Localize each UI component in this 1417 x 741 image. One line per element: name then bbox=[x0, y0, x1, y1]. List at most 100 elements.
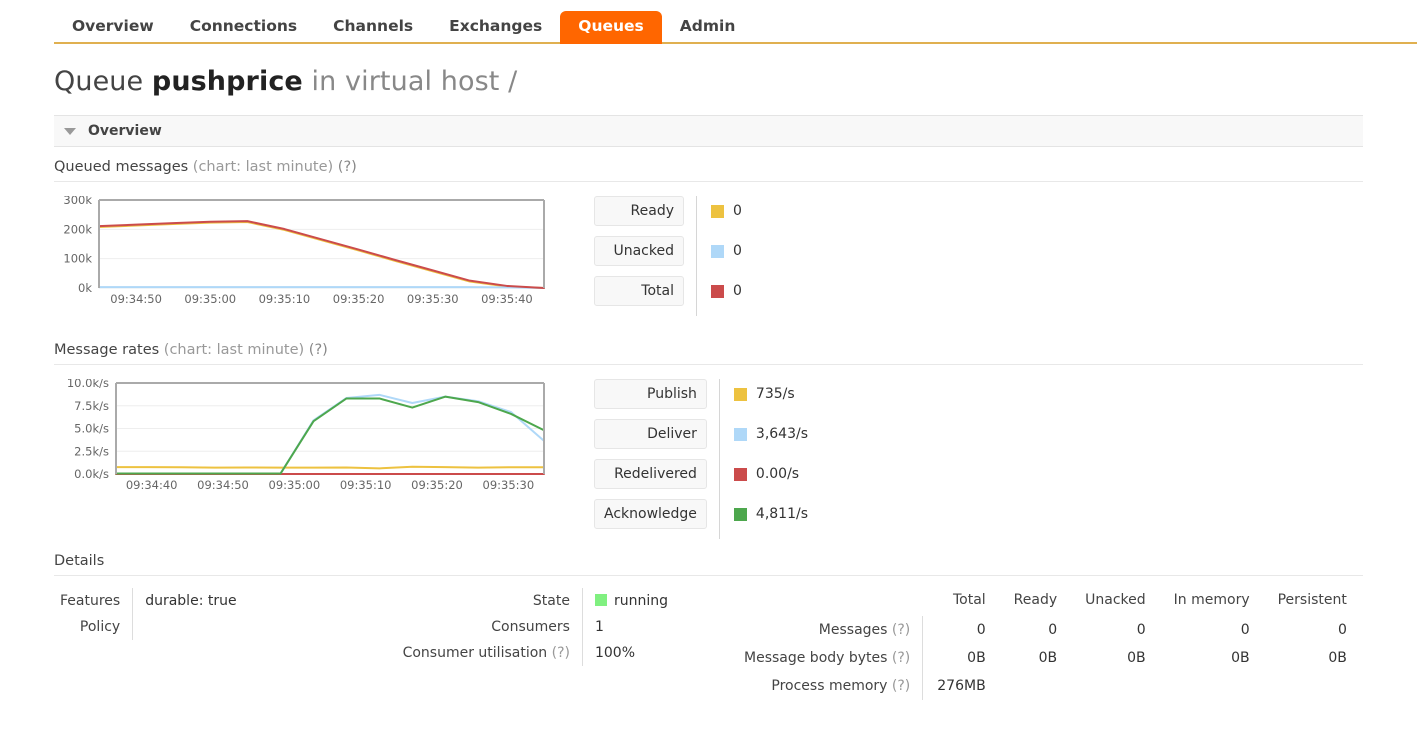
overview-section-header[interactable]: Overview bbox=[54, 115, 1363, 147]
svg-text:09:35:30: 09:35:30 bbox=[407, 292, 459, 306]
queued-messages-help-icon[interactable]: (?) bbox=[338, 159, 357, 175]
legend-button-publish[interactable]: Publish bbox=[594, 379, 707, 409]
table-row: Consumers 1 bbox=[397, 614, 678, 640]
details-label-policy: Policy bbox=[79, 619, 121, 635]
body-bytes-unacked: 0B bbox=[1127, 650, 1146, 666]
nav-link-queues[interactable]: Queues bbox=[560, 11, 662, 44]
messages-help-icon[interactable]: (?) bbox=[892, 622, 910, 638]
process-memory-empty-4 bbox=[1264, 672, 1361, 700]
messages-text: Messages bbox=[818, 622, 888, 638]
legend-button-deliver[interactable]: Deliver bbox=[594, 419, 707, 449]
svg-text:09:35:20: 09:35:20 bbox=[411, 478, 463, 492]
nav-link-admin[interactable]: Admin bbox=[662, 11, 754, 44]
legend-value-acknowledge-row: 4,811/s bbox=[733, 499, 809, 529]
message-rates-title: Message rates bbox=[54, 342, 160, 358]
nav-link-channels[interactable]: Channels bbox=[315, 11, 431, 44]
nav-list: Overview Connections Channels Exchanges … bbox=[54, 0, 1417, 44]
svg-text:10.0k/s: 10.0k/s bbox=[67, 379, 109, 390]
queued-messages-chart-row: 0k 100k 200k 300k 09:34:50 09:35:00 09:35:10 09… bbox=[54, 182, 1363, 316]
legend-value-deliver: 3,643/s bbox=[755, 426, 809, 442]
queued-messages-subtitle: (chart: last minute) bbox=[192, 159, 334, 175]
row-label-message-body-bytes: Message body bytes (?) bbox=[738, 644, 923, 672]
table-row: Policy bbox=[54, 614, 247, 640]
nav-item-exchanges[interactable]: Exchanges bbox=[431, 11, 560, 44]
svg-text:09:34:50: 09:34:50 bbox=[197, 478, 249, 492]
messages-total: 0 bbox=[922, 616, 1000, 644]
svg-text:09:34:50: 09:34:50 bbox=[110, 292, 162, 306]
queued-messages-plot: 0k 100k 200k 300k 09:34:50 09:35:00 09:35:10 09… bbox=[63, 196, 545, 306]
nav-item-connections[interactable]: Connections bbox=[172, 11, 315, 44]
legend-value-ready-row: 0 bbox=[711, 196, 742, 226]
page-title-vhost: / bbox=[508, 66, 518, 97]
nav-item-overview[interactable]: Overview bbox=[54, 11, 172, 44]
message-rates-block: Message rates (chart: last minute) (?) 0… bbox=[54, 330, 1363, 539]
message-rates-legend: Publish Deliver Redelivered Acknowledge … bbox=[594, 379, 808, 539]
legend-swatch-redelivered bbox=[733, 467, 747, 481]
page-title-queue-name: pushprice bbox=[151, 66, 303, 97]
table-row: Features durable: true bbox=[54, 588, 247, 614]
svg-text:5.0k/s: 5.0k/s bbox=[74, 422, 109, 436]
legend-button-acknowledge[interactable]: Acknowledge bbox=[594, 499, 707, 529]
page-title-prefix: Queue bbox=[54, 66, 144, 97]
legend-swatch-unacked bbox=[711, 244, 724, 258]
table-row: Messages (?) 0 0 0 0 0 bbox=[738, 616, 1361, 644]
table-row: Consumer utilisation (?) 100% bbox=[397, 640, 678, 666]
legend-swatch-acknowledge bbox=[733, 507, 747, 521]
legend-button-redelivered[interactable]: Redelivered bbox=[594, 459, 707, 489]
details-value-consumers: 1 bbox=[581, 614, 678, 640]
process-memory-empty-1 bbox=[1000, 672, 1071, 700]
legend-value-ready: 0 bbox=[733, 203, 742, 219]
main-navigation: Overview Connections Channels Exchanges … bbox=[0, 0, 1417, 44]
svg-text:09:35:00: 09:35:00 bbox=[184, 292, 236, 306]
details-value-features: durable: true bbox=[132, 588, 247, 614]
row-label-messages: Messages (?) bbox=[738, 616, 923, 644]
queued-messages-legend-labels: Ready Unacked Total bbox=[594, 196, 684, 316]
nav-link-exchanges[interactable]: Exchanges bbox=[431, 11, 560, 44]
col-unacked: Unacked bbox=[1085, 592, 1146, 608]
details-area: Features durable: true Policy State runn… bbox=[54, 588, 1363, 700]
row-label-process-memory: Process memory (?) bbox=[738, 672, 923, 700]
col-in-memory: In memory bbox=[1173, 592, 1250, 608]
svg-text:09:35:40: 09:35:40 bbox=[481, 292, 533, 306]
process-memory-total: 276MB bbox=[922, 672, 1000, 700]
nav-item-admin[interactable]: Admin bbox=[662, 11, 754, 44]
table-header-row: Total Ready Unacked In memory Persistent bbox=[738, 588, 1361, 616]
legend-swatch-total bbox=[711, 284, 724, 298]
legend-value-publish-row: 735/s bbox=[733, 379, 808, 409]
legend-value-acknowledge: 4,811/s bbox=[755, 506, 809, 522]
nav-item-channels[interactable]: Channels bbox=[315, 11, 431, 44]
legend-value-total: 0 bbox=[733, 283, 742, 299]
svg-text:09:34:40: 09:34:40 bbox=[126, 478, 178, 492]
legend-swatch-ready bbox=[711, 204, 724, 218]
page-title-middle: in virtual host bbox=[311, 66, 500, 97]
details-value-state: running bbox=[581, 588, 678, 614]
body-bytes-persistent: 0B bbox=[1328, 650, 1347, 666]
nav-item-queues[interactable]: Queues bbox=[560, 11, 662, 44]
legend-value-publish: 735/s bbox=[755, 386, 795, 402]
overview-section-label: Overview bbox=[88, 123, 162, 139]
svg-text:7.5k/s: 7.5k/s bbox=[74, 399, 109, 413]
table-row: State running bbox=[397, 588, 678, 614]
legend-value-deliver-row: 3,643/s bbox=[733, 419, 809, 449]
process-memory-empty-2 bbox=[1071, 672, 1160, 700]
message-rates-heading: Message rates (chart: last minute) (?) bbox=[54, 330, 1363, 365]
details-value-consumer-utilisation: 100% bbox=[581, 640, 678, 666]
body-bytes-total: 0B bbox=[922, 644, 1000, 672]
messages-table-corner bbox=[738, 588, 923, 616]
legend-button-unacked[interactable]: Unacked bbox=[594, 236, 684, 266]
messages-persistent: 0 bbox=[1337, 622, 1347, 638]
caret-down-icon[interactable] bbox=[64, 127, 76, 135]
svg-text:2.5k/s: 2.5k/s bbox=[74, 444, 109, 458]
details-state-table: State running Consumers 1 Consumer utili… bbox=[397, 588, 678, 666]
message-rates-help-icon[interactable]: (?) bbox=[309, 342, 328, 358]
nav-link-overview[interactable]: Overview bbox=[54, 11, 172, 44]
legend-button-total[interactable]: Total bbox=[594, 276, 684, 306]
process-memory-help-icon[interactable]: (?) bbox=[892, 678, 910, 694]
legend-button-ready[interactable]: Ready bbox=[594, 196, 684, 226]
queued-messages-title: Queued messages bbox=[54, 159, 189, 175]
details-label-features: Features bbox=[60, 593, 121, 609]
nav-link-connections[interactable]: Connections bbox=[172, 11, 315, 44]
message-body-bytes-help-icon[interactable]: (?) bbox=[892, 650, 910, 666]
body-bytes-ready: 0B bbox=[1038, 650, 1058, 666]
consumer-utilisation-help-icon[interactable]: (?) bbox=[552, 645, 570, 661]
